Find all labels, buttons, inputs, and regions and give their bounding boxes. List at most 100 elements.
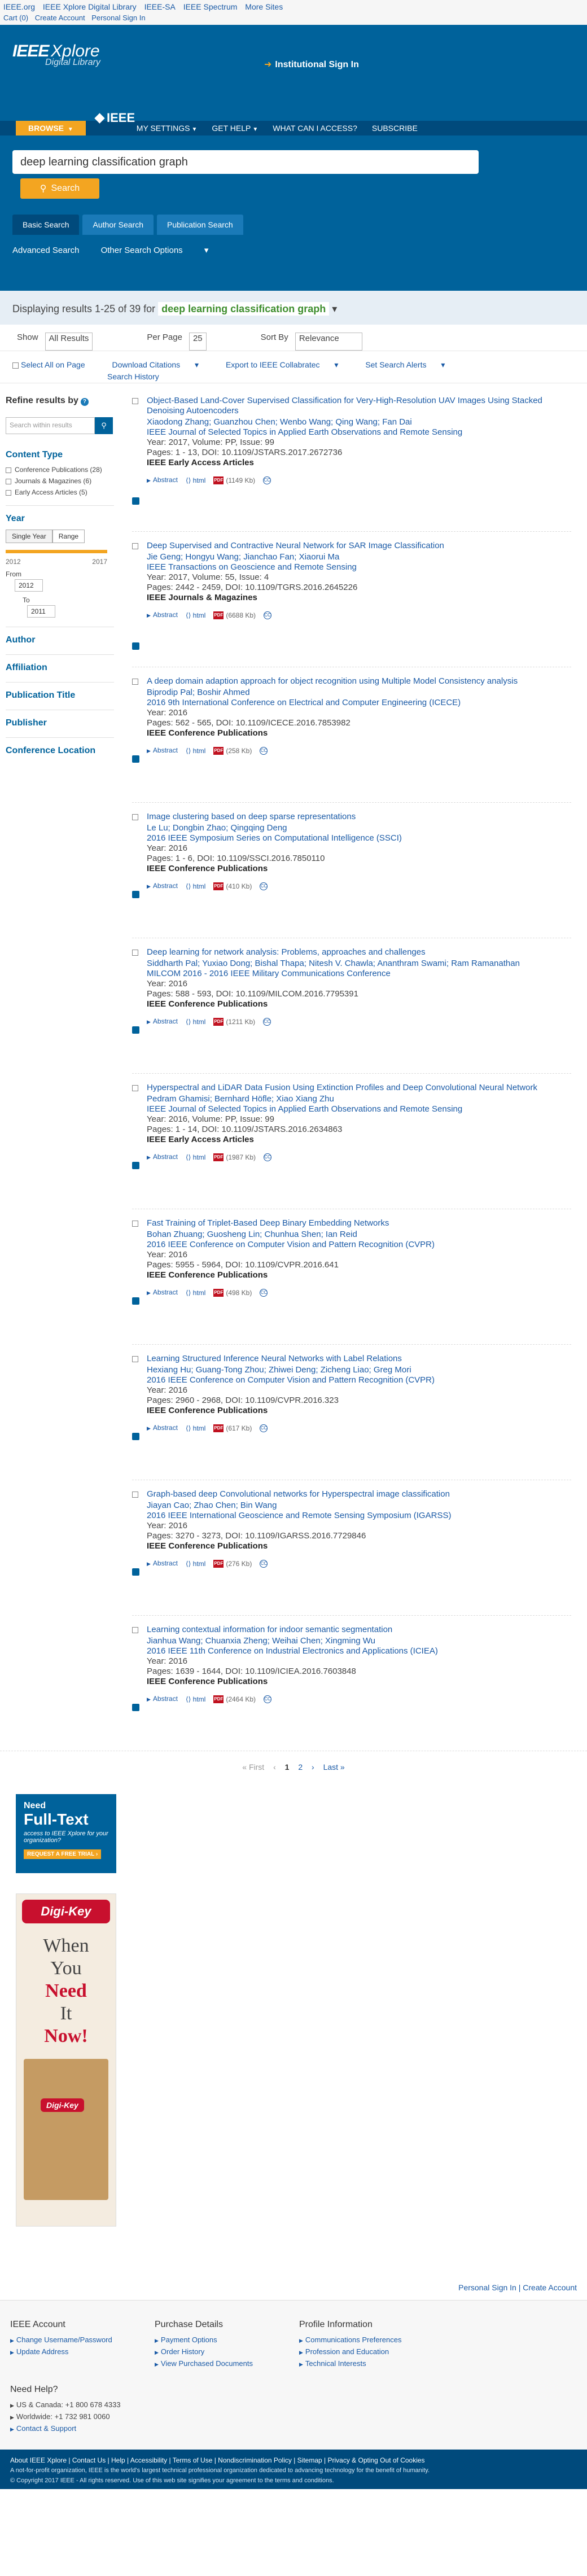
result-title[interactable]: Fast Training of Triplet-Based Deep Bina… (147, 1218, 571, 1228)
sort-by-select[interactable]: Relevance (295, 333, 362, 351)
result-venue[interactable]: 2016 9th International Conference on Ele… (147, 698, 571, 708)
nav-what-can-i-access[interactable]: WHAT CAN I ACCESS? (273, 124, 357, 133)
result-checkbox[interactable] (132, 1356, 138, 1362)
footer-link-payment-options[interactable]: ▶ Payment Options (155, 2336, 299, 2344)
personal-signin-link[interactable]: Personal Sign In (91, 14, 145, 22)
toplink-ieee-org[interactable]: IEEE.org (3, 2, 35, 11)
per-page-select[interactable]: 25 (189, 333, 207, 351)
html-link[interactable]: ⟨⟩ html (186, 1288, 205, 1298)
toplink-ieee-sa[interactable]: IEEE-SA (144, 2, 176, 11)
result-venue[interactable]: 2016 IEEE 11th Conference on Industrial … (147, 1646, 571, 1656)
show-select[interactable]: All Results (45, 333, 93, 351)
result-checkbox[interactable] (132, 543, 138, 549)
result-checkbox[interactable] (132, 1085, 138, 1091)
html-link[interactable]: ⟨⟩ html (186, 1423, 205, 1433)
html-link[interactable]: ⟨⟩ html (186, 1694, 205, 1704)
other-search-options[interactable]: Other Search Options ▾ (101, 246, 228, 255)
abstract-toggle[interactable]: ▶ Abstract (147, 1152, 178, 1162)
cc-license-icon[interactable]: CC (263, 476, 271, 484)
abstract-toggle[interactable]: ▶ Abstract (147, 1016, 178, 1027)
pagination-prev[interactable]: ‹ (273, 1762, 276, 1772)
footer-create-account-link[interactable]: Create Account (523, 2283, 577, 2292)
pdf-link[interactable]: PDF (1149 Kb) (213, 475, 255, 486)
from-year-input[interactable]: 2012 (15, 579, 43, 592)
cc-license-icon[interactable]: CC (260, 746, 268, 755)
pagination-next[interactable]: › (312, 1762, 314, 1772)
digikey-ad[interactable]: Digi-Key When You Need It Now! Digi-Key (16, 1893, 116, 2227)
result-authors[interactable]: Jie Geng; Hongyu Wang; Jianchao Fan; Xia… (147, 552, 571, 562)
cc-license-icon[interactable]: CC (264, 1695, 272, 1703)
toplink-xplore[interactable]: IEEE Xplore Digital Library (43, 2, 137, 11)
nav-my-settings[interactable]: MY SETTINGS ▼ (137, 124, 198, 133)
fulltext-trial-ad[interactable]: Need Full-Text access to IEEE Xplore for… (16, 1794, 116, 1873)
institutional-signin-link[interactable]: ➜ Institutional Sign In (264, 59, 359, 70)
cc-license-icon[interactable]: CC (264, 1153, 272, 1161)
result-authors[interactable]: Siddharth Pal; Yuxiao Dong; Bishal Thapa… (147, 959, 571, 969)
footer-link-order-history[interactable]: ▶ Order History (155, 2347, 299, 2356)
cc-license-icon[interactable]: CC (263, 1017, 271, 1026)
facet-author[interactable]: Author (6, 635, 114, 645)
cc-license-icon[interactable]: CC (264, 611, 272, 619)
pagination-last[interactable]: Last » (323, 1762, 345, 1772)
download-citations-link[interactable]: Download Citations ▾ (112, 360, 212, 369)
result-checkbox[interactable] (132, 1221, 138, 1227)
result-venue[interactable]: 2016 IEEE International Geoscience and R… (147, 1511, 571, 1521)
cc-license-icon[interactable]: CC (260, 882, 268, 890)
html-link[interactable]: ⟨⟩ html (186, 610, 205, 620)
result-authors[interactable]: Jianhua Wang; Chuanxia Zheng; Weihai Che… (147, 1636, 571, 1646)
pdf-link[interactable]: PDF (2464 Kb) (213, 1694, 256, 1704)
html-link[interactable]: ⟨⟩ html (186, 881, 205, 891)
result-authors[interactable]: Jiayan Cao; Zhao Chen; Bin Wang (147, 1501, 571, 1511)
result-authors[interactable]: Xiaodong Zhang; Guanzhou Chen; Wenbo Wan… (147, 417, 571, 427)
pdf-link[interactable]: PDF (276 Kb) (213, 1559, 252, 1569)
abstract-toggle[interactable]: ▶ Abstract (147, 1558, 178, 1569)
result-venue[interactable]: MILCOM 2016 - 2016 IEEE Military Communi… (147, 969, 571, 979)
year-range-slider[interactable] (6, 550, 107, 553)
result-authors[interactable]: Bohan Zhuang; Guosheng Lin; Chunhua Shen… (147, 1230, 571, 1240)
footer-link-technical-interests[interactable]: ▶ Technical Interests (299, 2359, 444, 2368)
result-title[interactable]: Learning contextual information for indo… (147, 1625, 571, 1635)
facet-early-access[interactable]: Early Access Articles (5) (6, 488, 114, 496)
pdf-link[interactable]: PDF (617 Kb) (213, 1423, 252, 1433)
result-checkbox[interactable] (132, 679, 138, 685)
html-link[interactable]: ⟨⟩ html (186, 475, 205, 486)
result-title[interactable]: Deep learning for network analysis: Prob… (147, 947, 571, 957)
search-within-button[interactable]: ⚲ (95, 417, 113, 434)
result-checkbox[interactable] (132, 1627, 138, 1633)
result-authors[interactable]: Hexiang Hu; Guang-Tong Zhou; Zhiwei Deng… (147, 1365, 571, 1375)
footer-link-purchased-documents[interactable]: ▶ View Purchased Documents (155, 2359, 299, 2368)
export-collabratec-link[interactable]: Export to IEEE Collabratec ▾ (226, 360, 351, 369)
facet-journals-magazines[interactable]: Journals & Magazines (6) (6, 477, 114, 485)
footer-legal-links[interactable]: About IEEE Xplore | Contact Us | Help | … (10, 2455, 577, 2465)
tab-publication-search[interactable]: Publication Search (156, 215, 243, 235)
abstract-toggle[interactable]: ▶ Abstract (147, 881, 178, 891)
tab-basic-search[interactable]: Basic Search (12, 215, 80, 235)
footer-link-change-username[interactable]: ▶ Change Username/Password (10, 2336, 155, 2344)
cc-license-icon[interactable]: CC (260, 1424, 268, 1432)
range-button[interactable]: Range (52, 530, 85, 543)
pdf-link[interactable]: PDF (410 Kb) (213, 881, 252, 891)
abstract-toggle[interactable]: ▶ Abstract (147, 745, 178, 756)
result-title[interactable]: Learning Structured Inference Neural Net… (147, 1354, 571, 1364)
facet-publisher[interactable]: Publisher (6, 718, 114, 728)
result-venue[interactable]: IEEE Journal of Selected Topics in Appli… (147, 1104, 571, 1114)
cc-license-icon[interactable]: CC (260, 1559, 268, 1568)
pdf-link[interactable]: PDF (1987 Kb) (213, 1152, 256, 1162)
pdf-link[interactable]: PDF (1211 Kb) (213, 1017, 255, 1027)
html-link[interactable]: ⟨⟩ html (186, 746, 205, 756)
result-checkbox[interactable] (132, 1492, 138, 1498)
pdf-link[interactable]: PDF (498 Kb) (213, 1288, 252, 1298)
result-venue[interactable]: IEEE Journal of Selected Topics in Appli… (147, 427, 571, 438)
cc-license-icon[interactable]: CC (260, 1288, 268, 1297)
result-title[interactable]: Graph-based deep Convolutional networks … (147, 1489, 571, 1499)
pagination-page-2[interactable]: 2 (298, 1762, 303, 1772)
result-title[interactable]: Object-Based Land-Cover Supervised Class… (147, 396, 571, 416)
tab-author-search[interactable]: Author Search (82, 215, 154, 235)
chevron-down-icon[interactable]: ▾ (332, 303, 337, 314)
create-account-link[interactable]: Create Account (35, 14, 85, 22)
footer-link-communications[interactable]: ▶ Communications Preferences (299, 2336, 444, 2344)
pagination-first[interactable]: « First (242, 1762, 264, 1772)
result-venue[interactable]: 2016 IEEE Symposium Series on Computatio… (147, 833, 571, 843)
facet-conference-location[interactable]: Conference Location (6, 746, 114, 756)
search-within-input[interactable]: Search within results (6, 417, 95, 434)
